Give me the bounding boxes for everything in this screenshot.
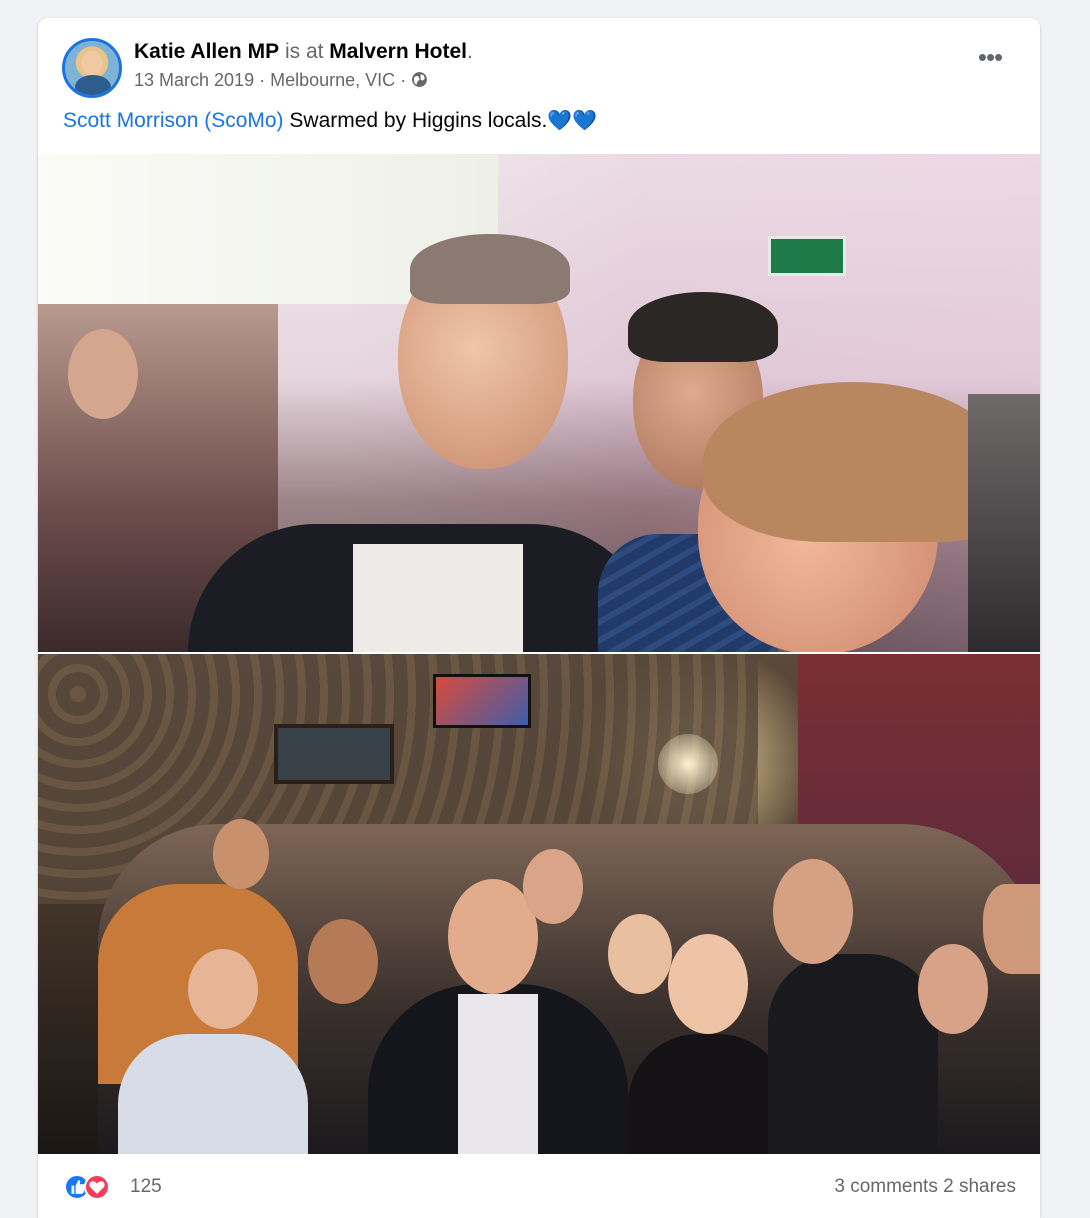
post-meta: 13 March 2019 · Melbourne, VIC · bbox=[134, 70, 428, 91]
blue-heart-emoji: 💙💙 bbox=[547, 110, 598, 132]
post-title: Katie Allen MP is at Malvern Hotel. bbox=[134, 40, 473, 64]
post-city: Melbourne, VIC bbox=[270, 70, 396, 90]
post-header: Katie Allen MP is at Malvern Hotel. 13 M… bbox=[38, 18, 1040, 114]
title-period: . bbox=[467, 40, 473, 63]
reaction-icons[interactable] bbox=[64, 1174, 124, 1202]
comments-shares-link[interactable]: 3 comments 2 shares bbox=[834, 1176, 1016, 1198]
checkin-connector: is at bbox=[284, 40, 324, 63]
post-photo-2[interactable] bbox=[38, 654, 1040, 1154]
avatar-body bbox=[75, 75, 111, 95]
avatar-face bbox=[82, 51, 102, 75]
post-caption: Scott Morrison (ScoMo) Swarmed by Higgin… bbox=[63, 108, 597, 133]
caption-text: Swarmed by Higgins locals. bbox=[283, 109, 548, 132]
post-date-link[interactable]: 13 March 2019 bbox=[134, 70, 254, 90]
man-right-hair bbox=[628, 292, 778, 362]
meta-separator: · bbox=[259, 70, 266, 90]
face-8 bbox=[773, 859, 853, 964]
location-link[interactable]: Malvern Hotel bbox=[329, 40, 467, 63]
face-5 bbox=[523, 849, 583, 924]
face-7 bbox=[668, 934, 748, 1034]
love-icon bbox=[84, 1174, 110, 1200]
face-1 bbox=[213, 819, 269, 889]
crowd-right bbox=[968, 394, 1040, 652]
meta-separator-2: · bbox=[400, 70, 407, 90]
man-dark-shirt-right bbox=[768, 954, 938, 1154]
author-avatar[interactable] bbox=[62, 38, 122, 98]
face-10 bbox=[983, 884, 1040, 974]
centre-man-shirt bbox=[458, 994, 538, 1154]
face-9 bbox=[918, 944, 988, 1034]
feed-post: Katie Allen MP is at Malvern Hotel. 13 M… bbox=[38, 18, 1040, 1218]
reactions-bar: 125 3 comments 2 shares bbox=[38, 1154, 1040, 1218]
face-2 bbox=[188, 949, 258, 1029]
globe-icon[interactable] bbox=[411, 71, 428, 88]
more-options-button[interactable]: ••• bbox=[968, 44, 1012, 78]
post-photo-1[interactable] bbox=[38, 154, 1040, 652]
lamp-glow bbox=[658, 734, 718, 794]
mention-link[interactable]: Scott Morrison (ScoMo) bbox=[63, 109, 284, 132]
man-centre-hair bbox=[410, 234, 570, 304]
reaction-count[interactable]: 125 bbox=[130, 1176, 162, 1198]
wall-tv bbox=[433, 674, 531, 728]
author-name-link[interactable]: Katie Allen MP bbox=[134, 40, 279, 63]
mirror-frame bbox=[274, 724, 394, 784]
woman-black-top bbox=[628, 1034, 788, 1154]
face-6 bbox=[608, 914, 672, 994]
exit-sign bbox=[768, 236, 846, 276]
woman-right-hair bbox=[703, 382, 1003, 542]
face-3 bbox=[308, 919, 378, 1004]
woman-left-head bbox=[68, 329, 138, 419]
person-white-shirt-woman bbox=[118, 1034, 308, 1154]
man-centre-shirt bbox=[353, 544, 523, 652]
